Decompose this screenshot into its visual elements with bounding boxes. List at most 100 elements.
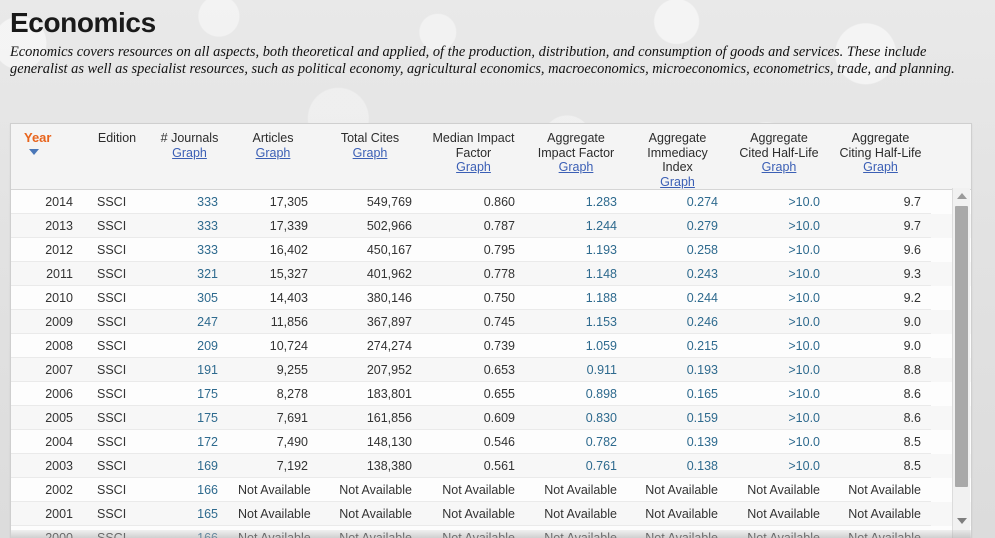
column-header-num-journals-label: # Journals [160,131,219,145]
table-cell-aggregate-immediacy-index[interactable]: 0.139 [627,429,728,454]
table-cell-aggregate-immediacy-index[interactable]: 0.258 [627,237,728,262]
table-cell-total-cites: 549,769 [318,189,422,214]
table-cell-aggregate-immediacy-index[interactable]: 0.159 [627,405,728,430]
table-cell-aggregate-cited-half-life[interactable]: >10.0 [728,213,830,238]
table-cell-aggregate-impact-factor[interactable]: 1.193 [525,237,627,262]
column-header-year[interactable]: Year [11,124,83,190]
table-cell-num-journals[interactable]: 333 [151,237,228,262]
table-row: 2010 SSCI 305 14,403 380,146 0.750 1.188 0.244 >… [11,285,971,310]
table-cell-aggregate-immediacy-index[interactable]: 0.193 [627,357,728,382]
column-header-total-cites[interactable]: Total Cites Graph [318,124,422,190]
table-cell-aggregate-impact-factor[interactable]: 1.148 [525,261,627,286]
table-cell-aggregate-immediacy-index[interactable]: 0.165 [627,381,728,406]
table-cell-aggregate-impact-factor: Not Available [525,477,627,502]
table-cell-year: 2001 [11,501,83,526]
table-cell-aggregate-cited-half-life[interactable]: >10.0 [728,285,830,310]
graph-link-aggregate-impact-factor[interactable]: Graph [559,160,594,174]
column-header-median-impact-factor[interactable]: Median Impact Factor Graph [422,124,525,190]
table-cell-aggregate-impact-factor[interactable]: 1.188 [525,285,627,310]
table-cell-aggregate-immediacy-index[interactable]: 0.274 [627,189,728,214]
graph-link-aggregate-citing-half-life[interactable]: Graph [863,160,898,174]
graph-link-median-impact-factor[interactable]: Graph [456,160,491,174]
table-cell-aggregate-impact-factor[interactable]: 1.059 [525,333,627,358]
table-cell-num-journals[interactable]: 247 [151,309,228,334]
table-cell-aggregate-immediacy-index[interactable]: 0.215 [627,333,728,358]
table-row: 2005 SSCI 175 7,691 161,856 0.609 0.830 0.159 >1… [11,405,971,430]
table-cell-aggregate-immediacy-index: Not Available [627,477,728,502]
table-cell-aggregate-impact-factor[interactable]: 1.244 [525,213,627,238]
table-cell-aggregate-cited-half-life[interactable]: >10.0 [728,189,830,214]
graph-link-num-journals[interactable]: Graph [172,146,207,160]
table-cell-aggregate-impact-factor[interactable]: 1.283 [525,189,627,214]
column-header-aggregate-impact-factor[interactable]: Aggregate Impact Factor Graph [525,124,627,190]
table-cell-aggregate-immediacy-index[interactable]: 0.246 [627,309,728,334]
table-row: 2006 SSCI 175 8,278 183,801 0.655 0.898 0.165 >1… [11,381,971,406]
table-cell-aggregate-cited-half-life[interactable]: >10.0 [728,261,830,286]
table-cell-aggregate-citing-half-life: 8.5 [830,429,931,454]
table-cell-aggregate-cited-half-life[interactable]: >10.0 [728,429,830,454]
table-body: 2014 SSCI 333 17,305 549,769 0.860 1.283 0.274 >… [11,189,971,538]
table-vertical-scrollbar[interactable] [952,188,970,538]
table-cell-aggregate-cited-half-life[interactable]: >10.0 [728,381,830,406]
table-cell-median-impact-factor: Not Available [422,477,525,502]
table-cell-aggregate-cited-half-life[interactable]: >10.0 [728,357,830,382]
table-cell-num-journals[interactable]: 191 [151,357,228,382]
table-cell-num-journals[interactable]: 333 [151,189,228,214]
table-cell-num-journals[interactable]: 165 [151,501,228,526]
scroll-up-arrow-button[interactable] [953,188,970,204]
table-cell-edition: SSCI [83,453,151,478]
table-cell-num-journals[interactable]: 321 [151,261,228,286]
table-cell-num-journals[interactable]: 305 [151,285,228,310]
table-cell-total-cites: Not Available [318,501,422,526]
column-header-aggregate-citing-half-life[interactable]: Aggregate Citing Half-Life Graph [830,124,931,190]
table-cell-aggregate-impact-factor[interactable]: 0.761 [525,453,627,478]
table-cell-articles: 8,278 [228,381,318,406]
table-cell-aggregate-immediacy-index[interactable]: 0.138 [627,453,728,478]
table-cell-aggregate-impact-factor[interactable]: 0.830 [525,405,627,430]
scrollbar-thumb[interactable] [955,206,968,487]
table-cell-total-cites: 161,856 [318,405,422,430]
table-cell-num-journals[interactable]: 175 [151,381,228,406]
table-cell-total-cites: 148,130 [318,429,422,454]
table-cell-num-journals[interactable]: 209 [151,333,228,358]
table-cell-num-journals[interactable]: 172 [151,429,228,454]
graph-link-aggregate-immediacy-index[interactable]: Graph [660,175,695,189]
table-cell-aggregate-impact-factor[interactable]: 0.898 [525,381,627,406]
table-cell-aggregate-cited-half-life[interactable]: >10.0 [728,309,830,334]
table-cell-aggregate-cited-half-life[interactable]: >10.0 [728,453,830,478]
table-cell-aggregate-impact-factor[interactable]: 1.153 [525,309,627,334]
table-cell-num-journals[interactable]: 175 [151,405,228,430]
column-header-num-journals[interactable]: # Journals Graph [151,124,228,190]
column-header-aggregate-cited-half-life[interactable]: Aggregate Cited Half-Life Graph [728,124,830,190]
table-cell-aggregate-immediacy-index[interactable]: 0.243 [627,261,728,286]
table-header: Year Edition # Journals Graph Articles G… [11,124,971,190]
table-cell-aggregate-immediacy-index[interactable]: 0.279 [627,213,728,238]
table-cell-aggregate-cited-half-life[interactable]: >10.0 [728,237,830,262]
table-cell-aggregate-citing-half-life: 9.2 [830,285,931,310]
table-row: 2004 SSCI 172 7,490 148,130 0.546 0.782 0.139 >1… [11,429,971,454]
table-cell-num-journals[interactable]: 169 [151,453,228,478]
graph-link-articles[interactable]: Graph [256,146,291,160]
table-cell-num-journals[interactable]: 166 [151,477,228,502]
table-cell-aggregate-cited-half-life[interactable]: >10.0 [728,333,830,358]
table-cell-num-journals[interactable]: 333 [151,213,228,238]
table-cell-year: 2012 [11,237,83,262]
table-header-row: Year Edition # Journals Graph Articles G… [11,124,971,190]
table-cell-aggregate-impact-factor[interactable]: 0.911 [525,357,627,382]
column-header-aggregate-immediacy-index[interactable]: Aggregate Immediacy Index Graph [627,124,728,190]
table-cell-aggregate-cited-half-life[interactable]: >10.0 [728,405,830,430]
table-cell-median-impact-factor: 0.745 [422,309,525,334]
table-cell-aggregate-citing-half-life: 8.6 [830,381,931,406]
column-header-edition[interactable]: Edition [83,124,151,190]
sort-descending-icon[interactable] [29,148,39,155]
table-cell-aggregate-immediacy-index[interactable]: 0.244 [627,285,728,310]
table-cell-year: 2013 [11,213,83,238]
graph-link-aggregate-cited-half-life[interactable]: Graph [762,160,797,174]
table-cell-aggregate-citing-half-life: 9.3 [830,261,931,286]
table-cell-aggregate-impact-factor[interactable]: 0.782 [525,429,627,454]
column-header-articles[interactable]: Articles Graph [228,124,318,190]
graph-link-total-cites[interactable]: Graph [353,146,388,160]
table-cell-aggregate-citing-half-life: 9.0 [830,333,931,358]
table-cell-edition: SSCI [83,237,151,262]
scroll-down-arrow-button[interactable] [953,513,970,529]
